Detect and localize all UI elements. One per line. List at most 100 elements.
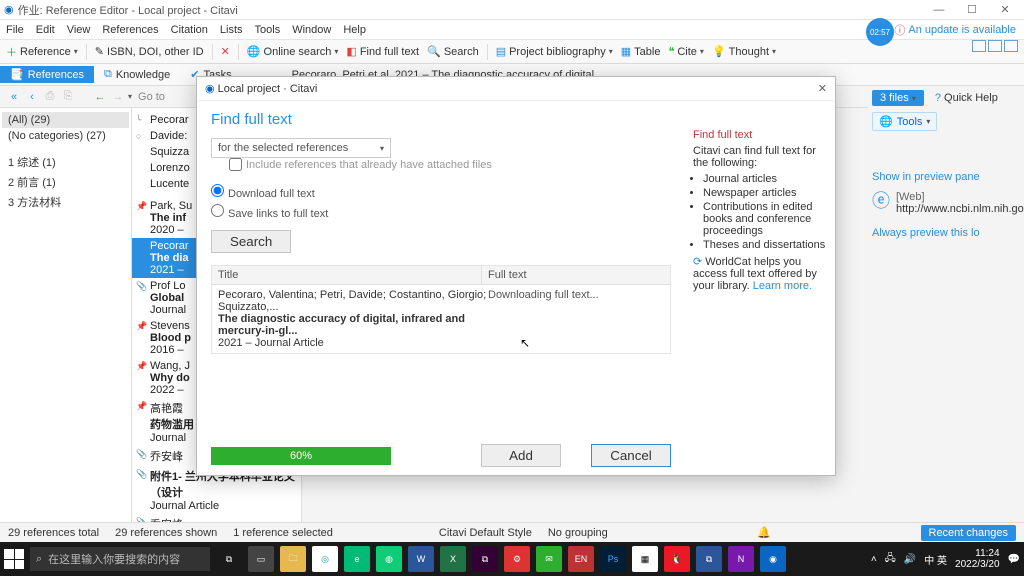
learn-more-link[interactable]: Learn more.: [753, 280, 812, 292]
dialog-side-help: Find full text Citavi can find full text…: [685, 101, 835, 475]
find-full-text-button[interactable]: ◧Find full text: [346, 45, 419, 58]
start-button[interactable]: [4, 549, 24, 569]
download-radio[interactable]: [211, 184, 224, 197]
taskbar-search[interactable]: ⌕在这里输入你要搜索的内容: [30, 547, 210, 571]
knowledge-icon: ⧉: [104, 68, 112, 81]
main-toolbar: ＋Reference▾ ✎ISBN, DOI, other ID ✕ 🌐Onli…: [0, 40, 1024, 64]
nav-prev[interactable]: ‹: [24, 89, 40, 105]
cite-button[interactable]: ❝Cite▾: [668, 45, 704, 58]
cancel-button[interactable]: Cancel: [591, 444, 671, 467]
tray-net-icon[interactable]: 🖧: [885, 551, 896, 568]
show-in-preview-link[interactable]: Show in preview pane: [872, 171, 1020, 183]
word-icon[interactable]: W: [408, 546, 434, 572]
files-count-button[interactable]: 3 files ▾: [872, 90, 924, 106]
excel-icon[interactable]: X: [440, 546, 466, 572]
table-icon: ▦: [621, 45, 631, 58]
add-button[interactable]: Add: [481, 444, 561, 467]
preview-url: http://www.ncbi.nlm.nih.gov/med/33237494: [896, 203, 1024, 215]
search-button-dialog[interactable]: Search: [211, 230, 291, 253]
update-available[interactable]: ⓘ An update is available: [894, 22, 1016, 38]
save-links-radio[interactable]: [211, 204, 224, 217]
wand-icon: ✎: [95, 45, 104, 58]
nav-back[interactable]: ←: [92, 89, 108, 105]
onenote-icon[interactable]: N: [728, 546, 754, 572]
app-icon-2[interactable]: ◍: [376, 546, 402, 572]
col-fulltext[interactable]: Full text: [482, 266, 670, 284]
nav-marker-b[interactable]: ⎘: [60, 89, 76, 105]
app-icon-4[interactable]: ⧉: [696, 546, 722, 572]
nav-marker-a[interactable]: ⎙: [42, 89, 58, 105]
tray-ime[interactable]: 中 英: [924, 552, 947, 567]
minimize-button[interactable]: —: [924, 4, 954, 16]
notifications-icon[interactable]: 💬: [1008, 554, 1020, 565]
close-button[interactable]: ✕: [990, 3, 1020, 16]
tab-knowledge[interactable]: ⧉Knowledge: [94, 66, 180, 83]
menu-tools[interactable]: Tools: [255, 24, 281, 36]
layout-switch-icons[interactable]: [972, 40, 1018, 52]
system-tray[interactable]: ˄ 🖧 🔊 中 英 11:24 2022/3/20 💬: [871, 548, 1020, 570]
status-total: 29 references total: [8, 527, 99, 539]
nav-history-drop[interactable]: ▾: [128, 92, 132, 101]
menu-references[interactable]: References: [102, 24, 158, 36]
menu-help[interactable]: Help: [343, 24, 366, 36]
menu-lists[interactable]: Lists: [220, 24, 243, 36]
taskview-icon[interactable]: ⧉: [216, 546, 242, 572]
maximize-button[interactable]: ☐: [957, 3, 987, 16]
scope-select[interactable]: for the selected references▾: [211, 138, 391, 158]
edge-icon[interactable]: e: [344, 546, 370, 572]
menu-citation[interactable]: Citation: [171, 24, 208, 36]
chrome-icon[interactable]: ◎: [312, 546, 338, 572]
category-none[interactable]: (No categories) (27): [2, 128, 129, 144]
app-icon-3[interactable]: ▦: [632, 546, 658, 572]
table-button[interactable]: ▦Table: [621, 45, 661, 58]
include-attached-label: Include references that already have att…: [246, 159, 492, 171]
menu-view[interactable]: View: [67, 24, 91, 36]
window-title: 作业: Reference Editor - Local project - C…: [18, 2, 924, 18]
endnote-icon[interactable]: EN: [568, 546, 594, 572]
menu-window[interactable]: Window: [292, 24, 331, 36]
category-1[interactable]: 1 综述 (1): [2, 152, 129, 172]
table-row[interactable]: Pecoraro, Valentina; Petri, Davide; Cost…: [212, 285, 670, 353]
category-2[interactable]: 2 前言 (1): [2, 172, 129, 192]
clip-icon: 📎: [136, 469, 147, 480]
search-button[interactable]: 🔍Search: [427, 45, 479, 58]
photoshop-icon[interactable]: Ps: [600, 546, 626, 572]
globe-icon: 🌐: [879, 115, 893, 128]
category-pane: (All) (29) (No categories) (27) 1 综述 (1)…: [0, 108, 132, 556]
files-column: 3 files ▾ ?Quick Help 🌐Tools▾ Show in pr…: [868, 86, 1024, 506]
store-icon[interactable]: ⧉: [472, 546, 498, 572]
tray-vol-icon[interactable]: 🔊: [904, 554, 916, 565]
wechat-icon[interactable]: ✉: [536, 546, 562, 572]
thought-button[interactable]: 💡Thought▾: [712, 45, 776, 58]
progress-bar: 60%: [211, 447, 391, 465]
explorer-icon[interactable]: 🗀: [280, 546, 306, 572]
clip-icon: 📎: [136, 281, 147, 292]
delete-button[interactable]: ✕: [221, 45, 230, 58]
include-attached-checkbox[interactable]: [229, 158, 242, 171]
tab-references[interactable]: 📑References: [0, 66, 94, 83]
tools-dropdown[interactable]: 🌐Tools▾: [872, 112, 937, 131]
dialog-title: Local project · Citavi: [218, 83, 318, 95]
project-bibliography-button[interactable]: ▤Project bibliography▾: [496, 45, 613, 58]
nav-fwd[interactable]: →: [110, 89, 126, 105]
isbn-lookup-button[interactable]: ✎ISBN, DOI, other ID: [95, 45, 204, 58]
qq-icon[interactable]: 🐧: [664, 546, 690, 572]
tray-chevron[interactable]: ˄: [871, 554, 877, 565]
menu-file[interactable]: File: [6, 24, 24, 36]
online-search-button[interactable]: 🌐Online search▾: [247, 45, 339, 58]
app-icon-1[interactable]: ▭: [248, 546, 274, 572]
bell-icon[interactable]: 🔔: [757, 526, 771, 539]
always-preview-link[interactable]: Always preview this lo: [872, 227, 1020, 239]
menu-edit[interactable]: Edit: [36, 24, 55, 36]
quick-help-button[interactable]: ?Quick Help: [935, 92, 998, 104]
category-3[interactable]: 3 方法材料: [2, 192, 129, 212]
magnifier-icon: 🔍: [427, 45, 441, 58]
citavi-taskbar-icon[interactable]: ◉: [760, 546, 786, 572]
add-reference-button[interactable]: ＋Reference▾: [6, 44, 78, 60]
col-title[interactable]: Title: [212, 266, 482, 284]
nav-first[interactable]: «: [6, 89, 22, 105]
dialog-close-button[interactable]: ✕: [818, 82, 827, 95]
category-all[interactable]: (All) (29): [2, 112, 129, 128]
settings-icon[interactable]: ⚙: [504, 546, 530, 572]
recent-changes-button[interactable]: Recent changes: [921, 525, 1017, 541]
